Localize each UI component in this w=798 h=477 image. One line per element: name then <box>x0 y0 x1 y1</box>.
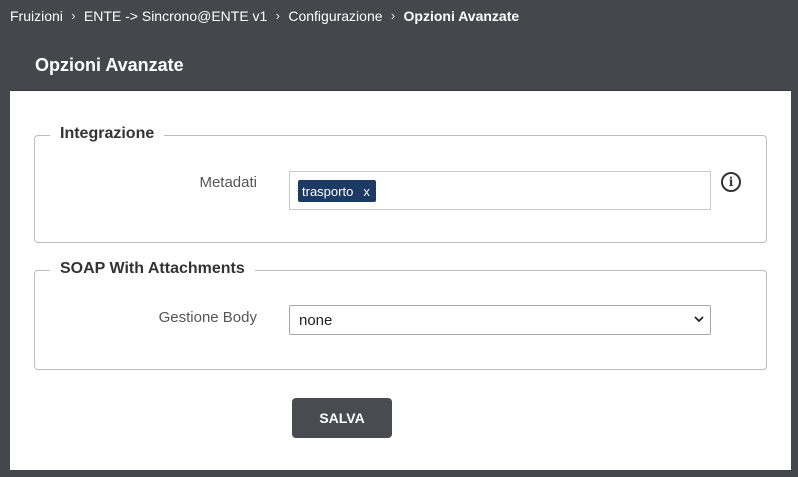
chevron-right-icon: › <box>71 8 76 23</box>
chevron-down-icon <box>694 316 704 323</box>
metadati-tag-input[interactable]: trasporto x <box>289 171 711 210</box>
breadcrumb: Fruizioni › ENTE -> Sincrono@ENTE v1 › C… <box>0 0 798 31</box>
panel-header: Opzioni Avanzate <box>10 41 791 91</box>
integrazione-fieldset: Integrazione Metadati trasporto x i <box>34 125 767 243</box>
gestione-body-label: Gestione Body <box>158 309 257 326</box>
tag-remove-button[interactable]: x <box>363 184 370 199</box>
breadcrumb-link-fruizioni[interactable]: Fruizioni <box>10 8 63 24</box>
metadati-label: Metadati <box>199 174 257 191</box>
chevron-right-icon: › <box>390 8 396 23</box>
page-title: Opzioni Avanzate <box>35 55 184 75</box>
integrazione-legend: Integrazione <box>50 125 165 143</box>
save-button[interactable]: SALVA <box>292 398 392 438</box>
chevron-right-icon: › <box>275 8 281 23</box>
gestione-body-select[interactable]: none <box>289 305 711 335</box>
gestione-body-value: none <box>299 311 333 329</box>
info-icon[interactable]: i <box>721 172 741 192</box>
tag-label: trasporto <box>302 183 354 199</box>
breadcrumb-link-api[interactable]: ENTE -> Sincrono@ENTE v1 <box>84 8 267 24</box>
breadcrumb-current: Opzioni Avanzate <box>403 7 520 24</box>
breadcrumb-link-configurazione[interactable]: Configurazione <box>288 8 382 24</box>
soap-legend: SOAP With Attachments <box>50 260 255 278</box>
main-panel: Opzioni Avanzate Integrazione Metadati t… <box>10 41 791 470</box>
soap-fieldset: SOAP With Attachments Gestione Body none <box>34 260 767 370</box>
tag-chip: trasporto x <box>298 180 376 202</box>
